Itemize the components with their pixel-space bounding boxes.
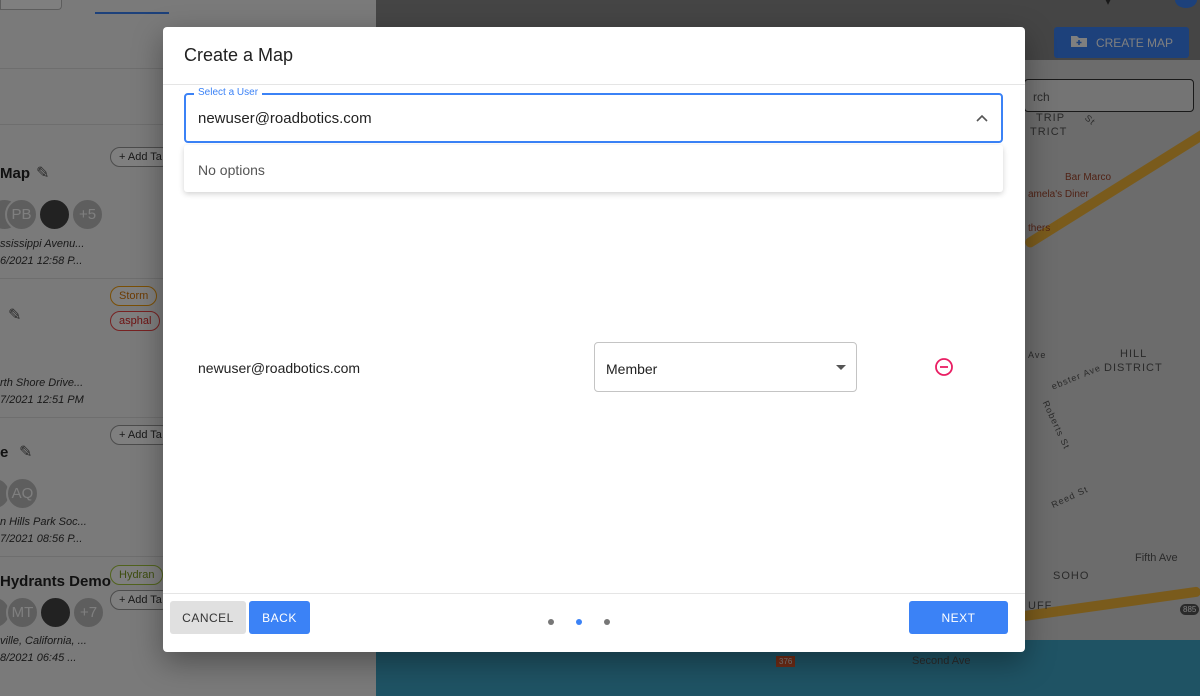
divider <box>163 593 1025 594</box>
autocomplete-options-panel: No options <box>184 145 1003 192</box>
next-button[interactable]: NEXT <box>909 601 1008 634</box>
selected-user-email: newuser@roadbotics.com <box>198 360 361 376</box>
caret-down-icon <box>836 365 846 370</box>
remove-user-icon[interactable] <box>934 357 954 377</box>
step-dot <box>548 619 554 625</box>
chevron-up-icon[interactable] <box>973 109 991 127</box>
cancel-button[interactable]: CANCEL <box>170 601 246 634</box>
dialog-title: Create a Map <box>184 45 294 65</box>
step-dot-active <box>576 619 582 625</box>
create-map-dialog: Create a Map Select a User No options ne… <box>163 27 1025 652</box>
back-button[interactable]: BACK <box>249 601 310 634</box>
select-user-autocomplete[interactable]: Select a User <box>184 87 1003 143</box>
select-user-input[interactable] <box>198 107 958 129</box>
divider <box>163 84 1025 85</box>
step-dot <box>604 619 610 625</box>
select-user-label: Select a User <box>194 87 263 98</box>
role-select[interactable]: Member <box>594 342 857 392</box>
no-options-text: No options <box>198 162 265 178</box>
step-indicator <box>548 619 610 625</box>
role-select-value: Member <box>606 361 658 377</box>
